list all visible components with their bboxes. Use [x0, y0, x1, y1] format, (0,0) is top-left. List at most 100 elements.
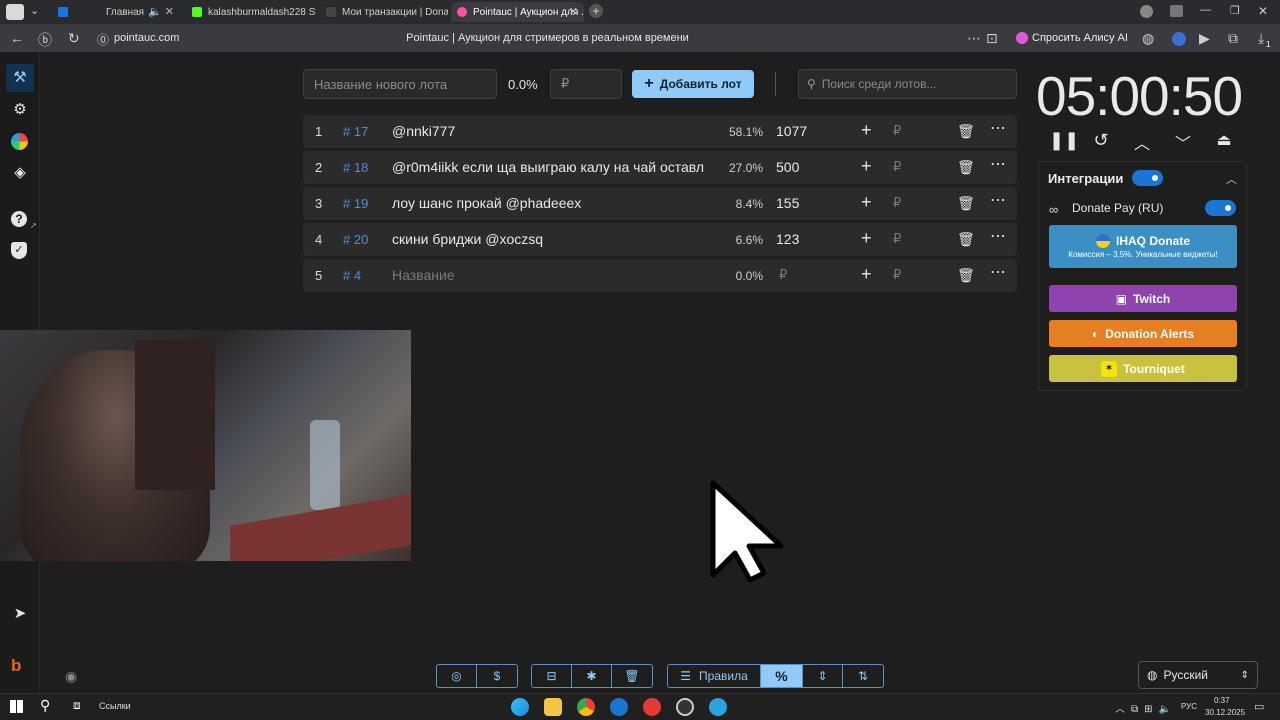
lot-amount-placeholder[interactable]: ₽ — [779, 267, 787, 283]
lot-name[interactable]: @nnki777 — [392, 123, 712, 139]
chevron-down-icon[interactable]: ⌄ — [30, 4, 39, 17]
donatepay-toggle[interactable] — [1205, 200, 1236, 216]
screenshot-icon[interactable]: ⧉ — [1228, 30, 1238, 47]
language-select[interactable]: ◍ Русский ⇕ — [1138, 661, 1258, 689]
layers-icon[interactable]: ◈ — [10, 163, 30, 183]
add-amount-input[interactable]: ₽ — [893, 123, 901, 139]
delete-icon[interactable]: 🗑 — [957, 159, 975, 176]
auction-hammer-icon[interactable]: ⚒ — [6, 64, 34, 92]
help-icon[interactable]: ? — [11, 211, 27, 227]
telegram-icon[interactable]: ➤ — [10, 604, 30, 624]
settings-icon[interactable]: ⚙ — [10, 100, 30, 120]
lot-row[interactable]: 4 # 20 скини бриджи @xoczsq 6.6% 123 + ₽ 🗑 ⋯ — [303, 223, 1017, 256]
tab-donate[interactable]: Мои транзакции | Donate — [320, 2, 448, 22]
browser-menu-icon[interactable] — [6, 4, 24, 20]
obs-icon[interactable] — [676, 698, 694, 716]
rules-button[interactable]: ☰ Правила — [667, 664, 761, 688]
lot-row[interactable]: 2 # 18 @r0m4iikk если ща выиграю калу на ч… — [303, 151, 1017, 184]
integrations-toggle[interactable] — [1132, 170, 1163, 186]
extension-icon[interactable] — [1172, 32, 1186, 46]
lot-amount[interactable]: 155 — [776, 195, 799, 211]
add-amount-input[interactable]: ₽ — [893, 231, 901, 247]
sort-button[interactable]: ⇅ — [843, 664, 884, 688]
globe-icon[interactable]: ◍ — [1142, 30, 1154, 47]
task-view-icon[interactable]: ⧈ — [73, 698, 81, 713]
tab-kick[interactable]: kalashburmaldash228 Stre — [186, 2, 316, 22]
minimize-icon[interactable]: — — [1200, 4, 1211, 16]
add-amount-icon[interactable]: + — [861, 156, 872, 177]
lot-name[interactable]: @r0m4iikk если ща выиграю калу на чай ос… — [392, 159, 712, 175]
lot-amount[interactable]: 123 — [776, 231, 799, 247]
lot-row[interactable]: 1 # 17 @nnki777 58.1% 1077 + ₽ 🗑 ⋯ — [303, 115, 1017, 148]
clear-list-button[interactable]: 🗑 — [612, 664, 653, 688]
links-label[interactable]: Ссылки — [99, 701, 131, 711]
lot-name[interactable]: скини бриджи @xoczsq — [392, 231, 712, 247]
close-window-icon[interactable]: ✕ — [1258, 4, 1268, 18]
add-amount-icon[interactable]: + — [861, 192, 872, 213]
delete-icon[interactable]: 🗑 — [957, 231, 975, 248]
twitch-button[interactable]: ▣ Twitch — [1049, 285, 1237, 312]
more-options-icon[interactable]: ⋯ — [990, 262, 1007, 282]
notification-icon[interactable] — [1170, 5, 1183, 17]
chevron-up-icon[interactable]: ︿ — [1131, 130, 1153, 154]
downloads-icon[interactable]: ⤓ — [1258, 30, 1264, 47]
explorer-icon[interactable] — [544, 698, 562, 716]
new-lot-name-input[interactable]: Название нового лота — [303, 69, 497, 99]
tray-icons[interactable]: ︿⧉⊞🔈 — [1115, 700, 1177, 715]
more-icon[interactable]: ⋯ — [967, 30, 981, 47]
delete-icon[interactable]: 🗑 — [957, 195, 975, 212]
donation-alerts-button[interactable]: ◐ Donation Alerts — [1049, 320, 1237, 347]
windows-start-icon[interactable] — [10, 700, 23, 713]
lot-row[interactable]: 5 # 4 Название 0.0% ₽ + ₽ 🗑 ⋯ — [303, 259, 1017, 292]
lot-amount[interactable]: 500 — [776, 159, 799, 175]
media-icon[interactable]: ▶ — [1199, 30, 1210, 47]
lot-row[interactable]: 3 # 19 лоу шанс прокай @phadeeex 8.4% 155 + ₽ 🗑… — [303, 187, 1017, 220]
close-icon[interactable]: ✕ — [569, 5, 578, 18]
input-language[interactable]: РУС — [1181, 702, 1197, 711]
percent-toggle[interactable]: % — [761, 664, 803, 688]
donate-dollar-button[interactable]: $ — [477, 664, 518, 688]
app-blue-icon[interactable] — [610, 698, 628, 716]
delete-icon[interactable]: 🗑 — [957, 267, 975, 284]
collapse-icon[interactable]: ︿ — [1226, 171, 1237, 187]
search-input[interactable]: ⚲ Поиск среди лотов... — [798, 69, 1017, 99]
boosty-icon[interactable]: b — [11, 656, 21, 676]
more-options-icon[interactable]: ⋯ — [990, 226, 1007, 246]
add-amount-icon[interactable]: + — [861, 120, 872, 141]
chrome-icon[interactable] — [577, 698, 595, 716]
delete-icon[interactable]: 🗑 — [957, 123, 975, 140]
pause-icon[interactable]: ❚❚ — [1049, 130, 1079, 151]
new-tab-icon[interactable]: + — [589, 4, 603, 18]
add-amount-icon[interactable]: + — [861, 228, 872, 249]
chevron-down-icon[interactable]: ﹀ — [1172, 130, 1194, 154]
bug-report-button[interactable]: ✱ — [572, 664, 612, 688]
yandex-icon[interactable] — [643, 698, 661, 716]
edge-icon[interactable] — [511, 698, 529, 716]
lot-name[interactable]: лоу шанс прокай @phadeeex — [392, 195, 712, 211]
add-amount-input[interactable]: ₽ — [893, 195, 901, 211]
add-amount-input[interactable]: ₽ — [893, 159, 901, 175]
ihaq-donate-button[interactable]: IHAQ Donate Комиссия – 3,5%. Уникальные … — [1049, 225, 1237, 268]
eye-icon[interactable]: ◉ — [65, 668, 77, 685]
tourniquet-button[interactable]: ✶ Tourniquet — [1049, 355, 1237, 382]
lot-amount[interactable]: 1077 — [776, 123, 807, 139]
search-icon[interactable]: ⚲ — [40, 697, 50, 714]
shield-check-icon[interactable]: ✓ — [11, 242, 27, 259]
maximize-icon[interactable]: ❐ — [1230, 4, 1240, 17]
new-lot-amount-input[interactable]: ₽ — [550, 69, 622, 99]
profile-icon[interactable] — [1140, 5, 1153, 18]
save-button[interactable]: ⊟ — [531, 664, 572, 688]
lot-name[interactable]: Название — [392, 267, 712, 283]
wheel-icon[interactable] — [11, 133, 28, 150]
more-options-icon[interactable]: ⋯ — [990, 154, 1007, 174]
bookmark-icon[interactable]: ⊡ — [986, 30, 998, 47]
double-chevron-up-icon[interactable]: ⏏ — [1213, 130, 1235, 150]
add-amount-input[interactable]: ₽ — [893, 267, 901, 283]
notification-center-icon[interactable]: ▭ — [1254, 700, 1264, 713]
telegram-taskbar-icon[interactable] — [709, 698, 727, 716]
more-options-icon[interactable]: ⋯ — [990, 118, 1007, 138]
add-lot-button[interactable]: + Добавить лот — [632, 70, 754, 98]
ask-alisa-button[interactable]: Спросить Алису AI — [1010, 29, 1134, 47]
compact-view-button[interactable]: ⇕ — [803, 664, 843, 688]
tab-pointauc[interactable]: Pointauc | Аукцион для ... ✕ — [451, 2, 584, 22]
